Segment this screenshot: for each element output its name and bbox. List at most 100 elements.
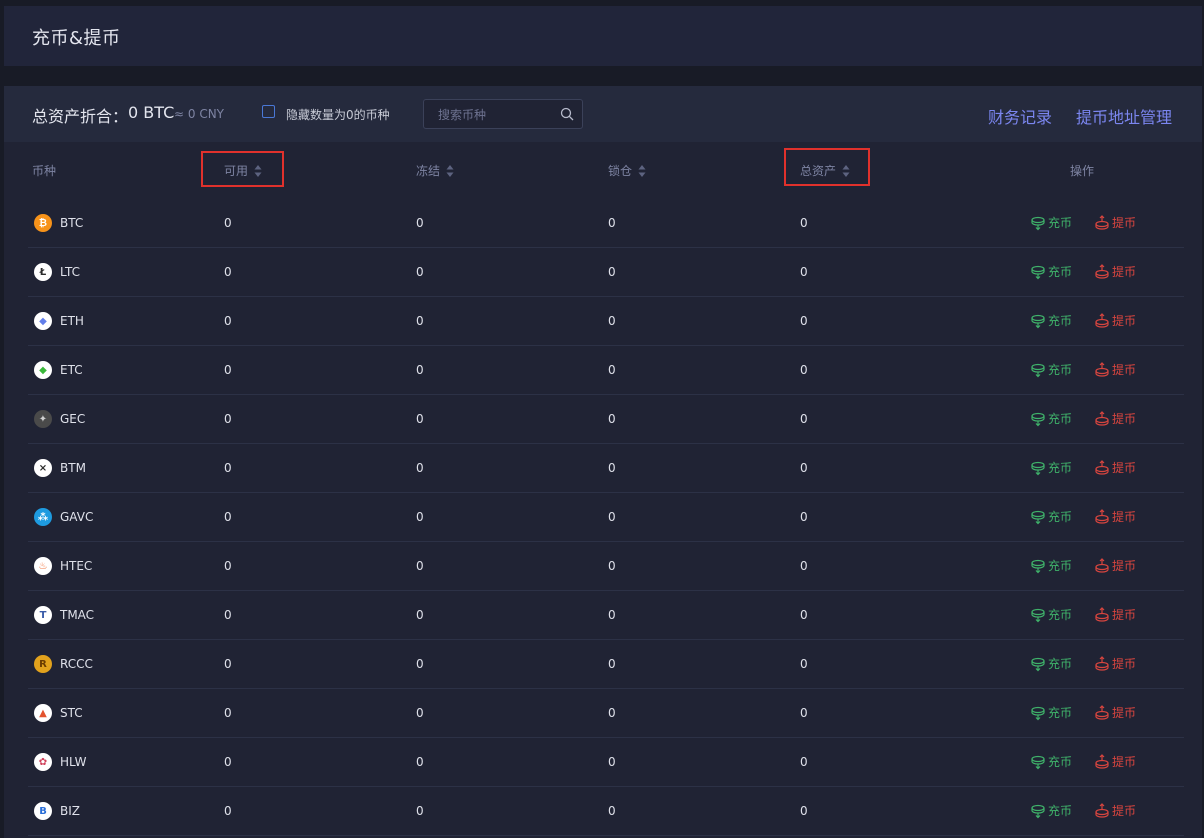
tmac-icon: T bbox=[34, 606, 52, 624]
table-row: ⨯ BTM 0 0 0 0 充币 提币 bbox=[28, 444, 1184, 493]
rccc-icon: R bbox=[34, 655, 52, 673]
search-icon[interactable] bbox=[560, 107, 574, 121]
available-value: 0 bbox=[224, 363, 232, 377]
withdraw-label: 提币 bbox=[1112, 314, 1137, 328]
deposit-label: 充币 bbox=[1048, 314, 1073, 328]
locked-value: 0 bbox=[608, 755, 616, 769]
hlw-icon: ✿ bbox=[34, 753, 52, 771]
total-value: 0 bbox=[800, 314, 808, 328]
withdraw-button[interactable]: 提币 bbox=[1094, 263, 1136, 280]
total-value: 0 bbox=[800, 755, 808, 769]
deposit-icon bbox=[1030, 656, 1048, 672]
deposit-label: 充币 bbox=[1048, 608, 1073, 622]
deposit-label: 充币 bbox=[1048, 412, 1073, 426]
withdraw-button[interactable]: 提币 bbox=[1094, 361, 1136, 378]
table-row: ▲ STC 0 0 0 0 充币 提币 bbox=[28, 689, 1184, 738]
available-value: 0 bbox=[224, 657, 232, 671]
eth-icon: ◆ bbox=[34, 312, 52, 330]
withdraw-button[interactable]: 提币 bbox=[1094, 410, 1136, 427]
withdraw-label: 提币 bbox=[1112, 755, 1137, 769]
withdraw-icon bbox=[1094, 508, 1112, 525]
withdraw-icon bbox=[1094, 557, 1112, 574]
frozen-value: 0 bbox=[416, 363, 424, 377]
coin-name: BIZ bbox=[60, 804, 80, 818]
frozen-value: 0 bbox=[416, 265, 424, 279]
withdraw-button[interactable]: 提币 bbox=[1094, 802, 1136, 819]
column-header-actions-label: 操作 bbox=[1070, 164, 1095, 178]
deposit-button[interactable]: 充币 bbox=[1030, 606, 1072, 623]
available-value: 0 bbox=[224, 608, 232, 622]
withdraw-button[interactable]: 提币 bbox=[1094, 214, 1136, 231]
withdraw-label: 提币 bbox=[1112, 706, 1137, 720]
withdraw-address-link[interactable]: 提币地址管理 bbox=[1076, 104, 1172, 128]
sort-icon[interactable] bbox=[638, 164, 646, 178]
deposit-icon bbox=[1030, 215, 1048, 231]
withdraw-button[interactable]: 提币 bbox=[1094, 459, 1136, 476]
locked-value: 0 bbox=[608, 412, 616, 426]
table-row: ◆ ETH 0 0 0 0 充币 提币 bbox=[28, 297, 1184, 346]
column-header-frozen[interactable]: 冻结 bbox=[416, 162, 454, 179]
highlight-box-available bbox=[201, 151, 284, 187]
locked-value: 0 bbox=[608, 804, 616, 818]
withdraw-icon bbox=[1094, 704, 1112, 721]
withdraw-button[interactable]: 提币 bbox=[1094, 655, 1136, 672]
withdraw-icon bbox=[1094, 361, 1112, 378]
column-header-locked-label: 锁仓 bbox=[608, 164, 633, 178]
deposit-button[interactable]: 充币 bbox=[1030, 459, 1072, 476]
withdraw-label: 提币 bbox=[1112, 608, 1137, 622]
withdraw-button[interactable]: 提币 bbox=[1094, 508, 1136, 525]
deposit-label: 充币 bbox=[1048, 706, 1073, 720]
hide-zero-label[interactable]: 隐藏数量为0的币种 bbox=[286, 106, 390, 123]
coin-name: BTC bbox=[60, 216, 84, 230]
frozen-value: 0 bbox=[416, 706, 424, 720]
coin-name: RCCC bbox=[60, 657, 93, 671]
sort-icon[interactable] bbox=[446, 164, 454, 178]
deposit-button[interactable]: 充币 bbox=[1030, 655, 1072, 672]
locked-value: 0 bbox=[608, 314, 616, 328]
withdraw-button[interactable]: 提币 bbox=[1094, 557, 1136, 574]
financial-records-link[interactable]: 财务记录 bbox=[988, 104, 1052, 128]
deposit-button[interactable]: 充币 bbox=[1030, 557, 1072, 574]
deposit-icon bbox=[1030, 803, 1048, 819]
coin-name: GEC bbox=[60, 412, 86, 426]
deposit-button[interactable]: 充币 bbox=[1030, 410, 1072, 427]
frozen-value: 0 bbox=[416, 559, 424, 573]
locked-value: 0 bbox=[608, 363, 616, 377]
deposit-button[interactable]: 充币 bbox=[1030, 263, 1072, 280]
withdraw-button[interactable]: 提币 bbox=[1094, 606, 1136, 623]
deposit-button[interactable]: 充币 bbox=[1030, 802, 1072, 819]
withdraw-button[interactable]: 提币 bbox=[1094, 753, 1136, 770]
deposit-button[interactable]: 充币 bbox=[1030, 753, 1072, 770]
deposit-button[interactable]: 充币 bbox=[1030, 508, 1072, 525]
total-value: 0 bbox=[800, 657, 808, 671]
assets-toolbar: 总资产折合： 0 BTC ≈ 0 CNY 隐藏数量为0的币种 财务记录 提币地址… bbox=[4, 86, 1202, 142]
total-value: 0 bbox=[800, 804, 808, 818]
gavc-icon: ⁂ bbox=[34, 508, 52, 526]
deposit-button[interactable]: 充币 bbox=[1030, 214, 1072, 231]
total-assets-label: 总资产折合： bbox=[32, 107, 129, 126]
table-row: Ł LTC 0 0 0 0 充币 提币 bbox=[28, 248, 1184, 297]
withdraw-label: 提币 bbox=[1112, 412, 1137, 426]
page-header: 充币&提币 bbox=[4, 6, 1202, 66]
column-header-locked[interactable]: 锁仓 bbox=[608, 162, 646, 179]
deposit-icon bbox=[1030, 509, 1048, 525]
withdraw-button[interactable]: 提币 bbox=[1094, 312, 1136, 329]
column-header-actions: 操作 bbox=[1070, 162, 1094, 179]
locked-value: 0 bbox=[608, 608, 616, 622]
withdraw-label: 提币 bbox=[1112, 363, 1137, 377]
withdraw-icon bbox=[1094, 214, 1112, 231]
coin-name: LTC bbox=[60, 265, 81, 279]
highlight-box-total bbox=[784, 148, 870, 186]
deposit-button[interactable]: 充币 bbox=[1030, 312, 1072, 329]
frozen-value: 0 bbox=[416, 314, 424, 328]
deposit-button[interactable]: 充币 bbox=[1030, 704, 1072, 721]
table-row: B BIZ 0 0 0 0 充币 提币 bbox=[28, 787, 1184, 836]
available-value: 0 bbox=[224, 461, 232, 475]
deposit-button[interactable]: 充币 bbox=[1030, 361, 1072, 378]
hide-zero-checkbox[interactable] bbox=[262, 105, 275, 118]
coin-name: ETH bbox=[60, 314, 84, 328]
withdraw-button[interactable]: 提币 bbox=[1094, 704, 1136, 721]
withdraw-icon bbox=[1094, 606, 1112, 623]
coin-search-input[interactable] bbox=[424, 100, 570, 130]
deposit-label: 充币 bbox=[1048, 510, 1073, 524]
